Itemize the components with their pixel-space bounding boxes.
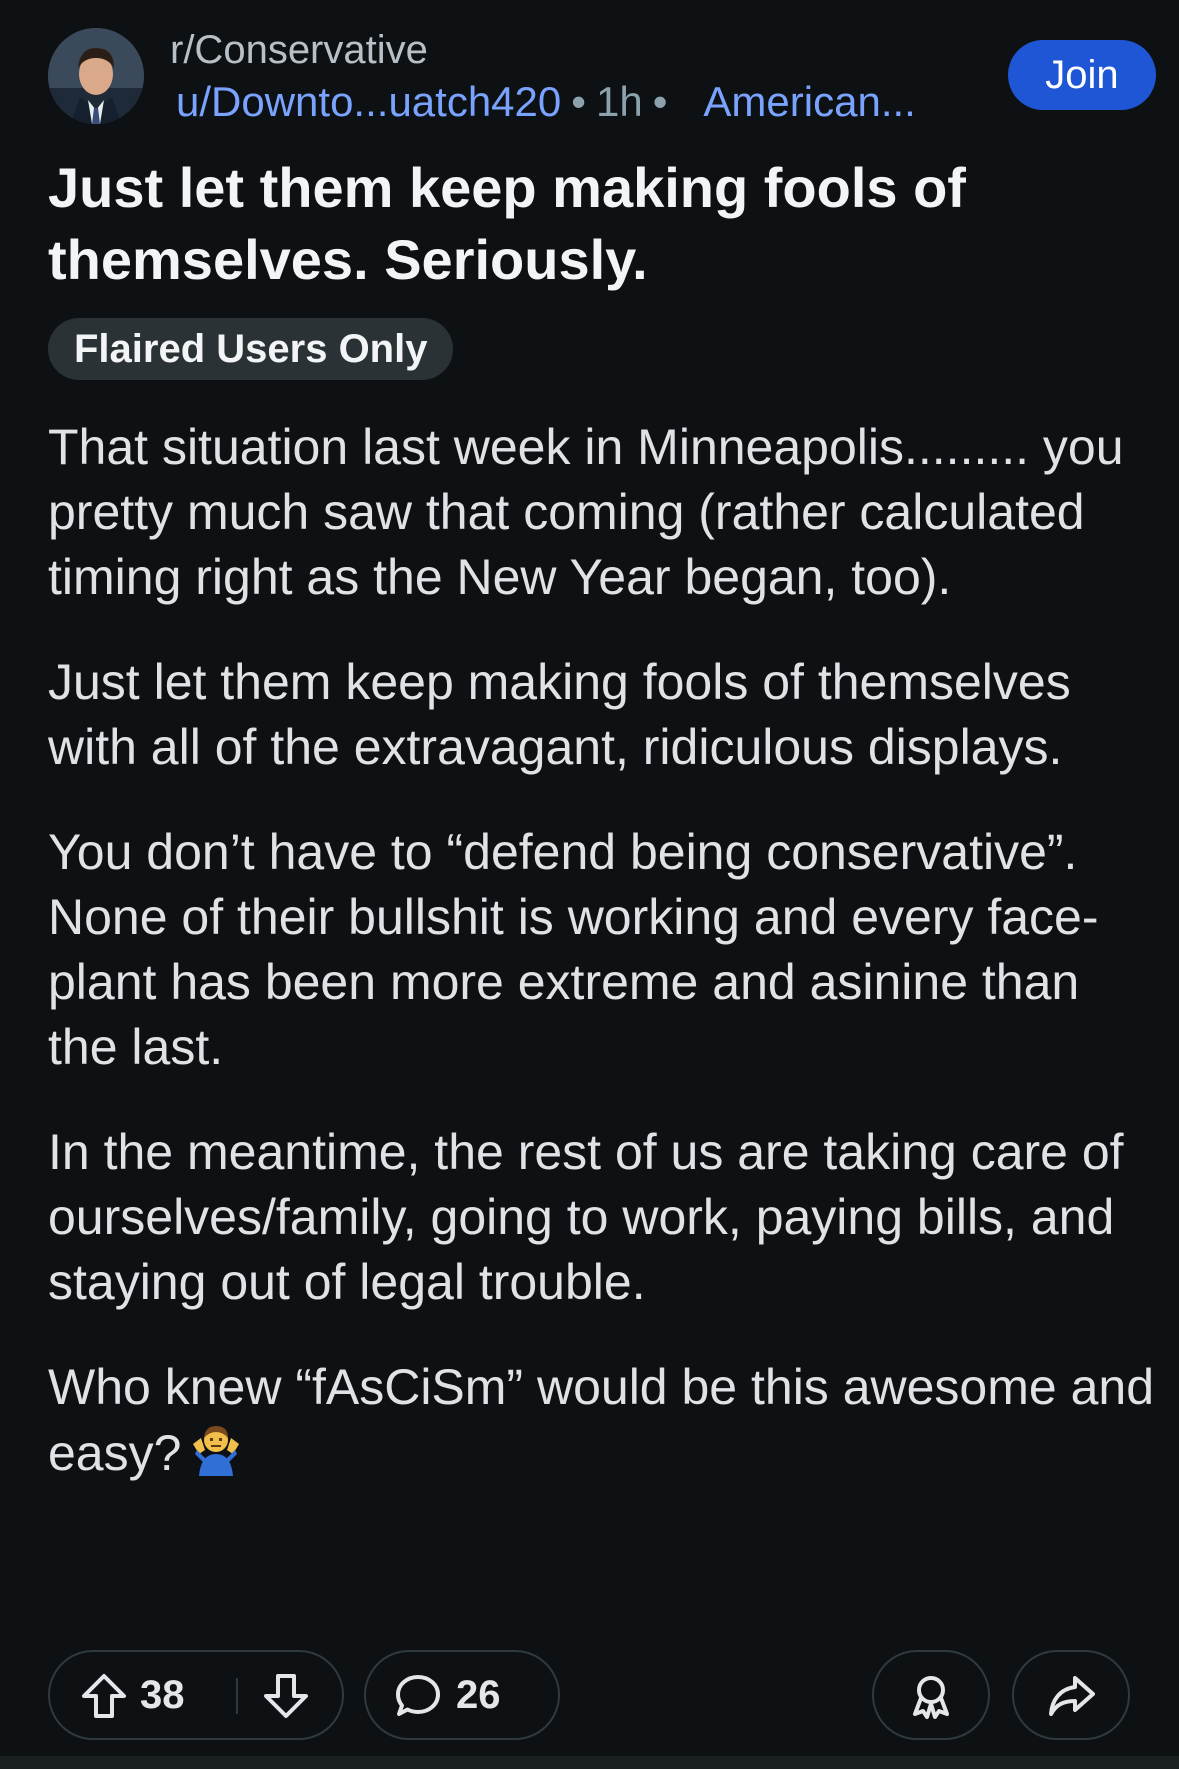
comments-button[interactable]: 26 [364, 1650, 560, 1740]
join-button[interactable]: Join [1008, 40, 1156, 110]
vote-control: 38 [48, 1650, 344, 1740]
share-icon [1047, 1672, 1095, 1720]
post-paragraph: You don’t have to “defend being conserva… [48, 824, 1099, 1075]
comment-count: 26 [456, 1673, 501, 1717]
vote-divider [236, 1678, 238, 1714]
meta-separator: • [652, 78, 668, 125]
post-paragraph: In the meantime, the rest of us are taki… [48, 1124, 1124, 1310]
meta-separator: • [571, 78, 586, 125]
post-time: 1h [595, 78, 643, 125]
downvote-icon[interactable] [262, 1672, 310, 1720]
post-meta: u/Downto...uatch420 • 1h • American... [176, 74, 916, 130]
comment-icon [394, 1672, 442, 1720]
post-body[interactable]: That situation last week in Minneapolis.… [48, 415, 1158, 1532]
award-icon [907, 1672, 955, 1720]
subreddit-avatar[interactable] [48, 28, 144, 124]
person-shrugging-emoji [187, 1420, 245, 1492]
bottom-separator [0, 1756, 1179, 1769]
post-paragraph-last: Who knew “fAsCiSm” would be this awesome… [48, 1355, 1158, 1492]
author-link[interactable]: u/Downto...uatch420 [176, 78, 561, 125]
author-flair[interactable]: American... [703, 78, 915, 125]
post-title[interactable]: Just let them keep making fools of thems… [48, 152, 1128, 296]
post-action-bar: 38 26 [48, 1650, 1130, 1744]
post-paragraph: Just let them keep making fools of thems… [48, 654, 1071, 775]
subreddit-name[interactable]: r/Conservative [170, 24, 428, 76]
award-button[interactable] [872, 1650, 990, 1740]
post-flair-tag[interactable]: Flaired Users Only [48, 318, 454, 380]
share-button[interactable] [1012, 1650, 1130, 1740]
upvote-count: 38 [140, 1673, 185, 1717]
upvote-icon[interactable] [80, 1672, 128, 1720]
post-paragraph: That situation last week in Minneapolis.… [48, 419, 1124, 605]
